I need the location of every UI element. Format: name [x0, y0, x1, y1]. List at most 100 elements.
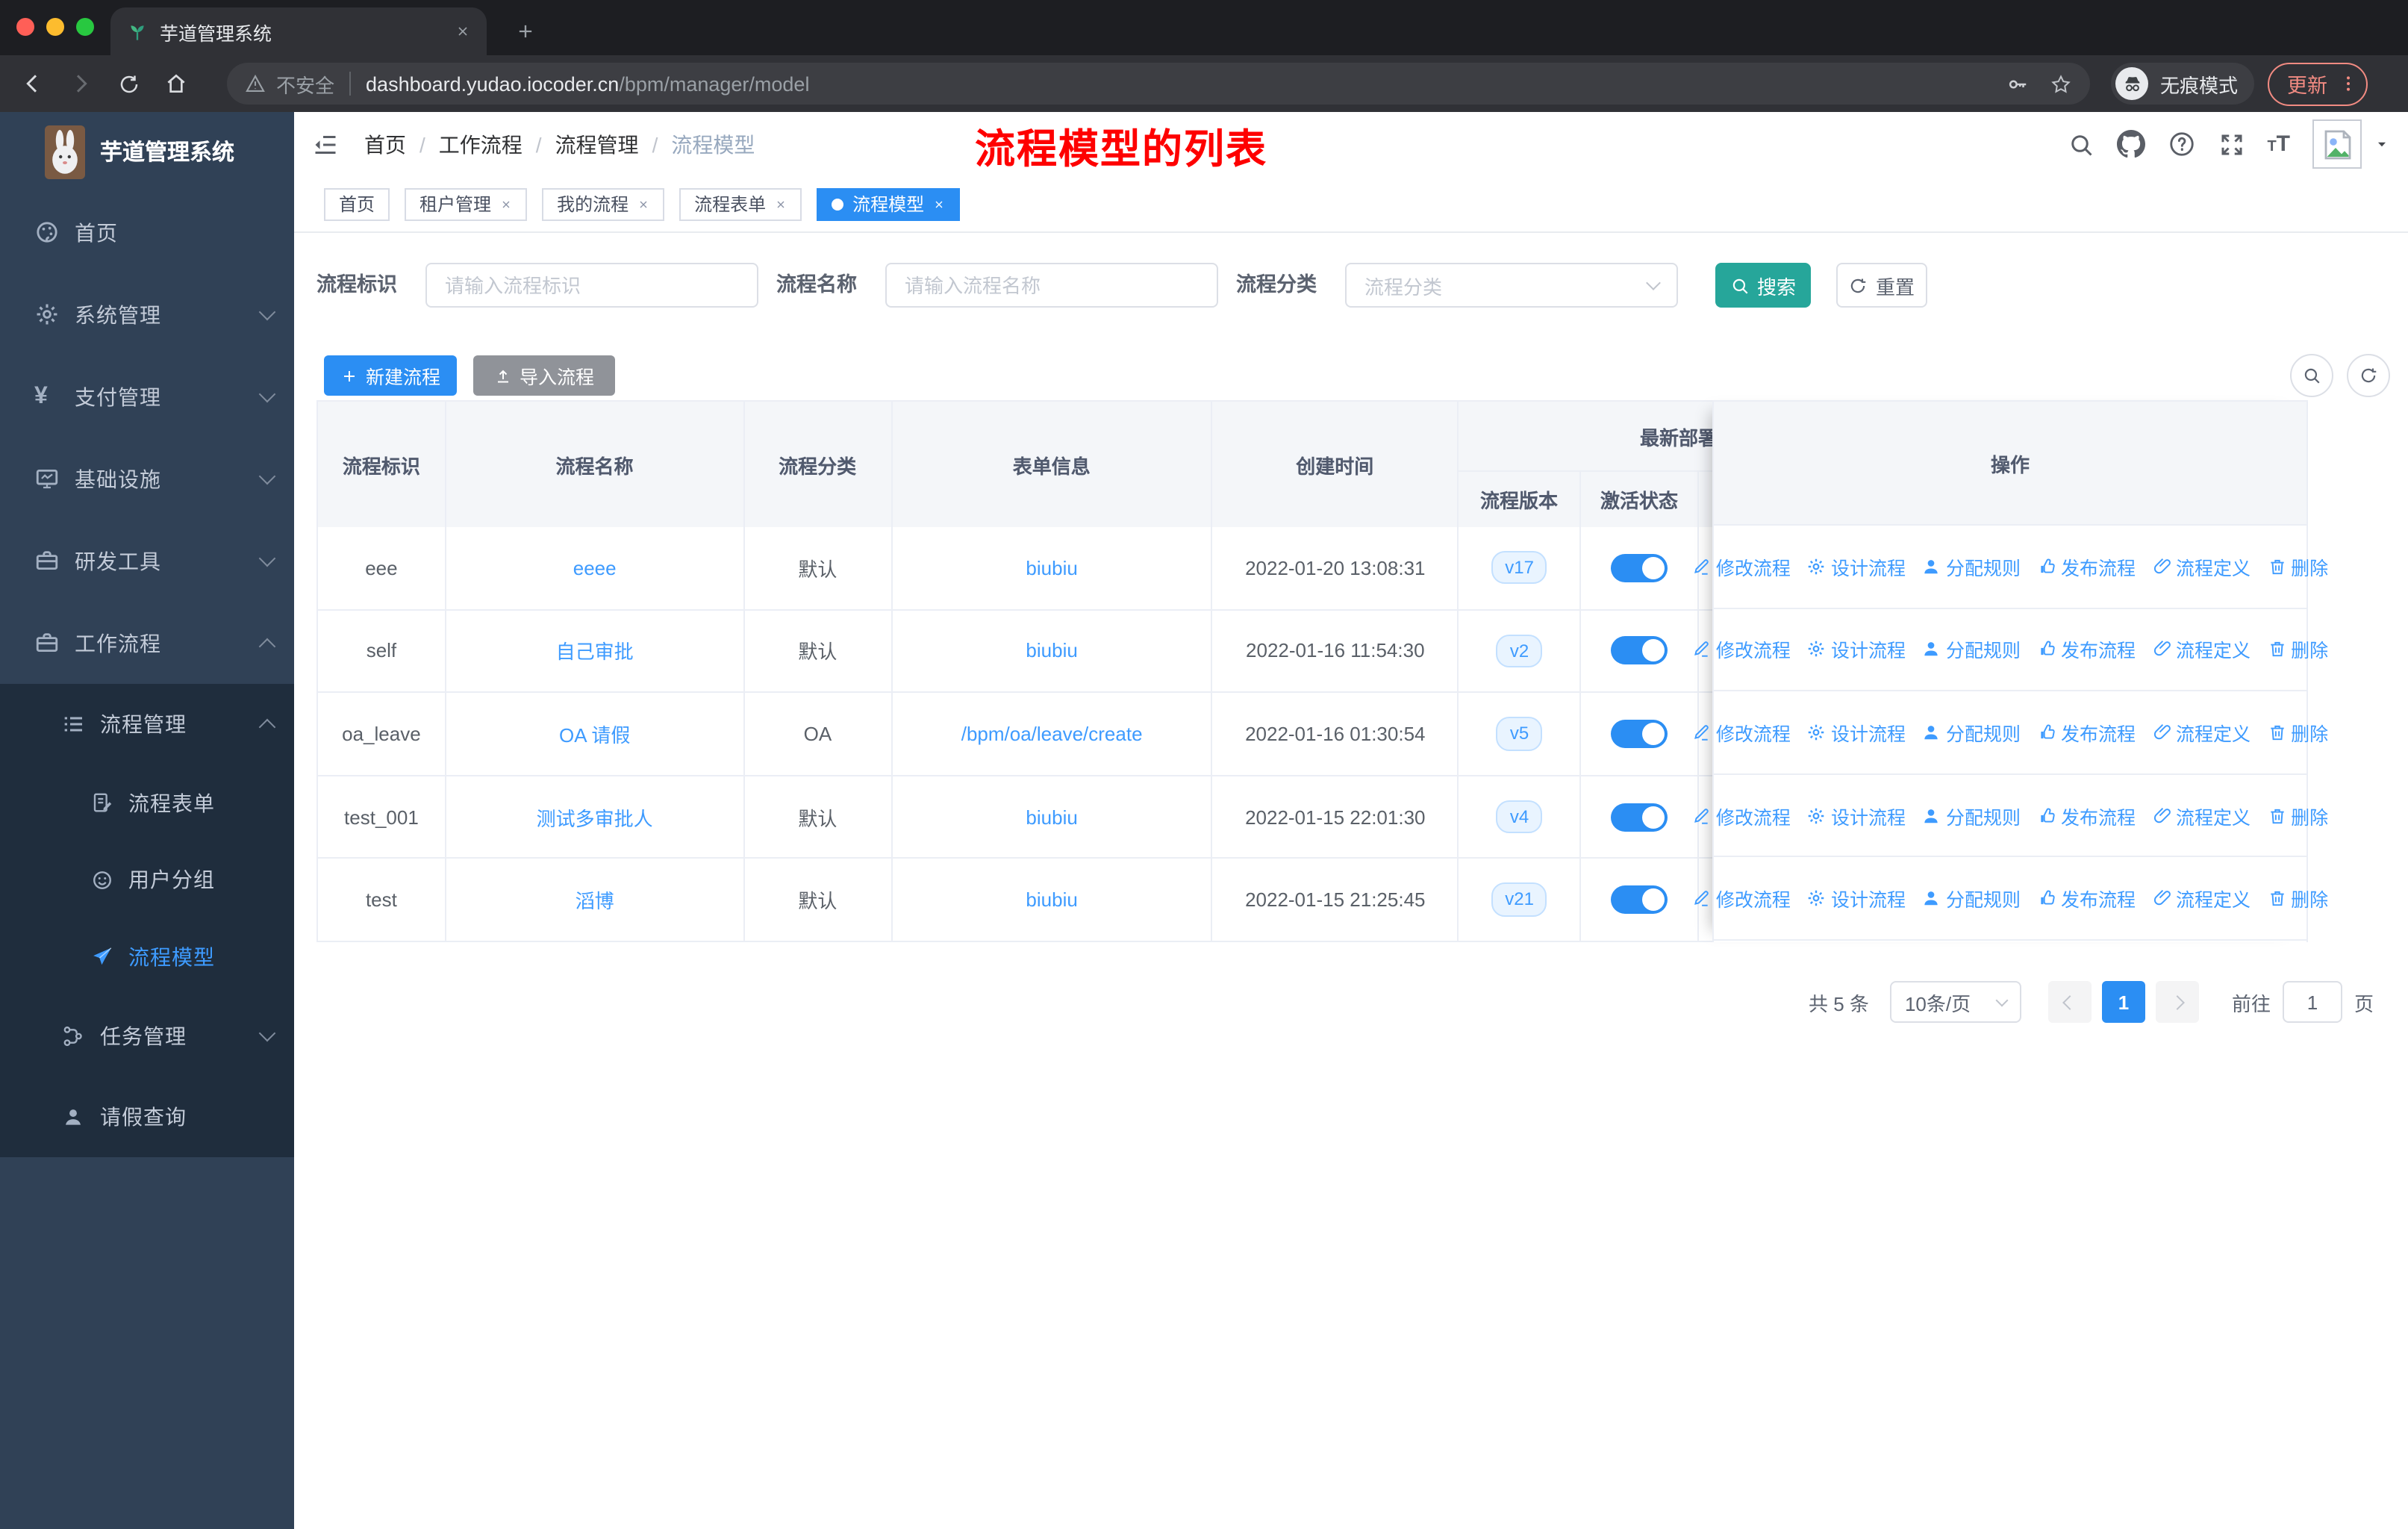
- breadcrumb-home[interactable]: 首页: [364, 129, 406, 159]
- publish-process-link[interactable]: 发布流程: [2037, 552, 2136, 581]
- filter-name-input[interactable]: [885, 263, 1218, 308]
- fullscreen-button[interactable]: [2218, 131, 2245, 158]
- delete-link[interactable]: 删除: [2267, 801, 2328, 829]
- collapse-sidebar-button[interactable]: [312, 131, 339, 158]
- reset-button[interactable]: 重置: [1836, 263, 1927, 308]
- modify-process-link[interactable]: 修改流程: [1692, 635, 1791, 664]
- home-button[interactable]: [158, 66, 194, 102]
- form-link[interactable]: biubiu: [1026, 557, 1077, 579]
- process-definition-link[interactable]: 流程定义: [2152, 801, 2251, 829]
- form-link[interactable]: biubiu: [1026, 888, 1077, 911]
- back-button[interactable]: [15, 66, 51, 102]
- goto-page-input[interactable]: [2282, 981, 2342, 1023]
- active-toggle[interactable]: [1611, 885, 1668, 915]
- close-tab-icon[interactable]: [455, 24, 470, 39]
- tag-home[interactable]: 首页: [324, 187, 390, 220]
- version-badge[interactable]: v17: [1491, 551, 1547, 585]
- design-process-link[interactable]: 设计流程: [1807, 552, 1906, 581]
- sidebar-logo[interactable]: 芋道管理系统: [0, 112, 294, 191]
- process-definition-link[interactable]: 流程定义: [2152, 635, 2251, 664]
- process-definition-link[interactable]: 流程定义: [2152, 552, 2251, 581]
- modify-process-link[interactable]: 修改流程: [1692, 801, 1791, 829]
- user-menu-caret[interactable]: [2374, 136, 2390, 152]
- modify-process-link[interactable]: 修改流程: [1692, 884, 1791, 912]
- publish-process-link[interactable]: 发布流程: [2037, 801, 2136, 829]
- form-link[interactable]: /bpm/oa/leave/create: [961, 723, 1143, 745]
- avatar[interactable]: [2312, 119, 2362, 169]
- close-icon[interactable]: [933, 198, 945, 210]
- filter-id-input[interactable]: [425, 263, 758, 308]
- process-definition-link[interactable]: 流程定义: [2152, 884, 2251, 912]
- tag-process-model[interactable]: 流程模型: [817, 187, 961, 220]
- assign-rule-link[interactable]: 分配规则: [1922, 635, 2021, 664]
- sidebar-item-devtools[interactable]: 研发工具: [0, 520, 294, 602]
- sidebar-item-infra[interactable]: 基础设施: [0, 437, 294, 520]
- github-link[interactable]: [2116, 130, 2145, 158]
- breadcrumb-process-mgmt[interactable]: 流程管理: [555, 129, 639, 159]
- version-badge[interactable]: v21: [1491, 882, 1547, 917]
- page-1-button[interactable]: 1: [2101, 981, 2145, 1023]
- close-icon[interactable]: [637, 198, 649, 210]
- model-name-link[interactable]: 滔博: [576, 885, 614, 914]
- create-process-button[interactable]: 新建流程: [324, 355, 457, 396]
- sidebar-item-payment[interactable]: ¥ 支付管理: [0, 355, 294, 437]
- minimize-window-button[interactable]: [46, 18, 64, 36]
- breadcrumb-workflow[interactable]: 工作流程: [439, 129, 523, 159]
- tag-process-form[interactable]: 流程表单: [679, 187, 802, 220]
- tag-my-process[interactable]: 我的流程: [542, 187, 665, 220]
- model-name-link[interactable]: eeee: [573, 557, 617, 579]
- refresh-table-button[interactable]: [2347, 354, 2390, 397]
- version-badge[interactable]: v4: [1496, 800, 1543, 834]
- new-tab-button[interactable]: [508, 13, 543, 49]
- design-process-link[interactable]: 设计流程: [1807, 884, 1906, 912]
- publish-process-link[interactable]: 发布流程: [2037, 635, 2136, 664]
- delete-link[interactable]: 删除: [2267, 552, 2328, 581]
- page-size-select[interactable]: 10条/页: [1889, 981, 2021, 1023]
- design-process-link[interactable]: 设计流程: [1807, 718, 1906, 747]
- assign-rule-link[interactable]: 分配规则: [1922, 884, 2021, 912]
- font-size-button[interactable]: TT: [2267, 131, 2290, 157]
- delete-link[interactable]: 删除: [2267, 635, 2328, 664]
- sidebar-item-leave-query[interactable]: 请假查询: [0, 1077, 294, 1157]
- assign-rule-link[interactable]: 分配规则: [1922, 718, 2021, 747]
- close-icon[interactable]: [775, 198, 787, 210]
- delete-link[interactable]: 删除: [2267, 884, 2328, 912]
- key-icon[interactable]: [2006, 72, 2029, 95]
- version-badge[interactable]: v5: [1496, 717, 1543, 751]
- process-definition-link[interactable]: 流程定义: [2152, 718, 2251, 747]
- header-search-button[interactable]: [2067, 131, 2094, 158]
- reload-button[interactable]: [110, 66, 146, 102]
- security-label[interactable]: 不安全: [276, 69, 334, 98]
- model-name-link[interactable]: OA 请假: [559, 720, 630, 748]
- help-button[interactable]: [2167, 130, 2195, 158]
- bookmark-star-icon[interactable]: [2050, 72, 2072, 95]
- update-chrome-button[interactable]: 更新: [2268, 62, 2368, 105]
- form-link[interactable]: biubiu: [1026, 640, 1077, 662]
- delete-link[interactable]: 删除: [2267, 718, 2328, 747]
- active-toggle[interactable]: [1611, 719, 1668, 748]
- filter-category-select[interactable]: 流程分类: [1345, 263, 1678, 308]
- sidebar-item-process-mgmt[interactable]: 流程管理: [0, 684, 294, 764]
- forward-button[interactable]: [63, 66, 99, 102]
- model-name-link[interactable]: 自己审批: [556, 637, 634, 665]
- close-icon[interactable]: [500, 198, 512, 210]
- next-page-button[interactable]: [2155, 981, 2199, 1023]
- active-toggle[interactable]: [1611, 803, 1668, 832]
- model-name-link[interactable]: 测试多审批人: [537, 803, 653, 831]
- search-button[interactable]: 搜索: [1715, 263, 1811, 308]
- prev-page-button[interactable]: [2047, 981, 2092, 1023]
- sidebar-item-task-mgmt[interactable]: 任务管理: [0, 996, 294, 1077]
- window-controls[interactable]: [16, 18, 94, 36]
- close-window-button[interactable]: [16, 18, 34, 36]
- active-toggle[interactable]: [1611, 636, 1668, 665]
- sidebar-item-home[interactable]: 首页: [0, 191, 294, 273]
- browser-menu-dots-icon[interactable]: [2338, 73, 2359, 94]
- tag-tenant[interactable]: 租户管理: [405, 187, 528, 220]
- version-badge[interactable]: v2: [1496, 634, 1543, 668]
- sidebar-item-workflow[interactable]: 工作流程: [0, 602, 294, 684]
- sidebar-item-user-group[interactable]: 用户分组: [0, 841, 294, 918]
- publish-process-link[interactable]: 发布流程: [2037, 884, 2136, 912]
- sidebar-item-process-form[interactable]: 流程表单: [0, 764, 294, 841]
- sidebar-item-system[interactable]: 系统管理: [0, 273, 294, 355]
- browser-tab[interactable]: 芋道管理系统: [110, 7, 487, 55]
